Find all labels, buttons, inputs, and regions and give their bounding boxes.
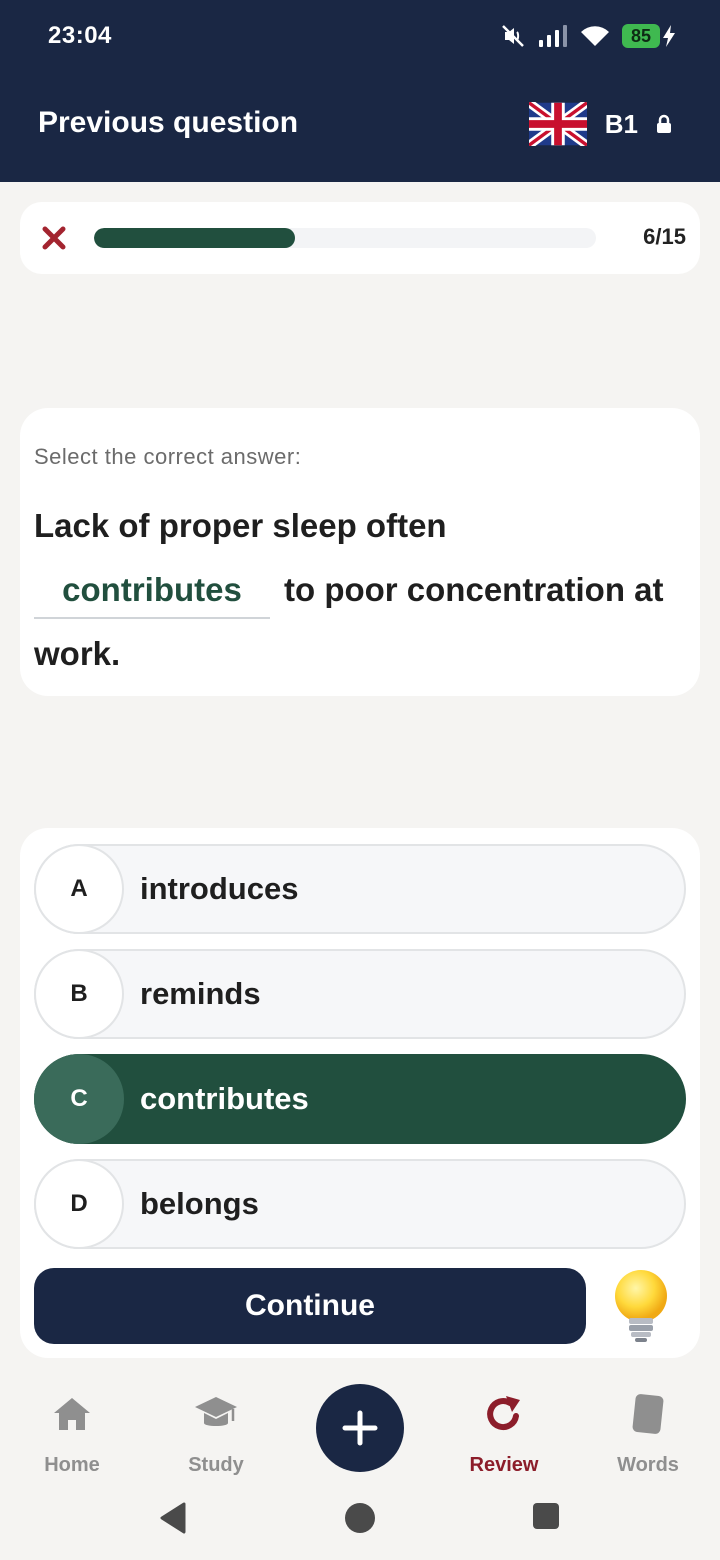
progress-fill xyxy=(94,228,295,248)
nav-label: Home xyxy=(44,1454,100,1476)
continue-button[interactable]: Continue xyxy=(34,1268,586,1344)
close-icon[interactable] xyxy=(40,224,68,252)
option-text: belongs xyxy=(140,1186,259,1221)
nav-label: Words xyxy=(617,1454,679,1476)
system-nav-bar xyxy=(0,1480,720,1560)
option-c[interactable]: C contributes xyxy=(34,1054,686,1144)
progress-count: 6/15 xyxy=(643,224,686,249)
status-time: 23:04 xyxy=(48,22,112,49)
card-icon xyxy=(632,1394,664,1434)
add-button[interactable] xyxy=(316,1384,404,1472)
lightbulb-icon[interactable] xyxy=(608,1268,674,1344)
home-circle-icon[interactable] xyxy=(344,1502,376,1534)
sentence-start: Lack of proper sleep often xyxy=(34,507,447,544)
nav-item-home[interactable]: Home xyxy=(12,1392,132,1477)
option-letter: D xyxy=(34,1159,124,1249)
level-selector[interactable]: B1 xyxy=(528,102,672,146)
nav-label: Study xyxy=(188,1454,244,1476)
charging-icon xyxy=(663,25,675,47)
option-text: reminds xyxy=(140,976,261,1011)
nav-item-words[interactable]: Words xyxy=(588,1392,708,1477)
option-text: contributes xyxy=(140,1081,309,1116)
question-card: Select the correct answer: Lack of prope… xyxy=(20,408,700,696)
option-letter: C xyxy=(34,1054,124,1144)
progress-card: 6/15 xyxy=(20,202,700,274)
options-card: A introduces B reminds C contributes D b… xyxy=(20,828,700,1358)
recents-icon[interactable] xyxy=(532,1502,560,1530)
option-letter: A xyxy=(34,844,124,934)
mute-icon xyxy=(502,25,524,47)
app-header: 23:04 85 Previous question B1 xyxy=(0,0,720,182)
option-a[interactable]: A introduces xyxy=(34,844,686,934)
question-sentence: Lack of proper sleep often contributes to… xyxy=(34,494,684,686)
answer-blank: contributes xyxy=(34,563,270,619)
page-title: Previous question xyxy=(38,106,299,139)
option-b[interactable]: B reminds xyxy=(34,949,686,1039)
status-icons: 85 xyxy=(500,20,676,52)
uk-flag-icon xyxy=(528,102,587,146)
option-text: introduces xyxy=(140,871,299,906)
option-d[interactable]: D belongs xyxy=(34,1159,686,1249)
refresh-icon xyxy=(487,1396,520,1430)
lock-icon xyxy=(657,114,671,133)
nav-item-review[interactable]: Review xyxy=(444,1392,564,1477)
bottom-nav: Home Study Review Words xyxy=(0,1370,720,1480)
question-instruction: Select the correct answer: xyxy=(34,444,302,469)
status-bar: 23:04 85 xyxy=(0,0,720,70)
option-letter: B xyxy=(34,949,124,1039)
signal-icon xyxy=(539,25,567,47)
battery-level: 85 xyxy=(622,24,660,48)
nav-item-study[interactable]: Study xyxy=(156,1392,276,1477)
wifi-icon xyxy=(581,26,609,46)
level-label: B1 xyxy=(604,108,638,139)
graduation-cap-icon xyxy=(195,1397,237,1426)
plus-icon xyxy=(342,1410,378,1446)
home-icon xyxy=(54,1398,90,1430)
progress-bar xyxy=(94,228,596,248)
back-icon[interactable] xyxy=(158,1502,188,1534)
nav-label: Review xyxy=(469,1454,539,1476)
battery-indicator: 85 xyxy=(622,24,676,48)
